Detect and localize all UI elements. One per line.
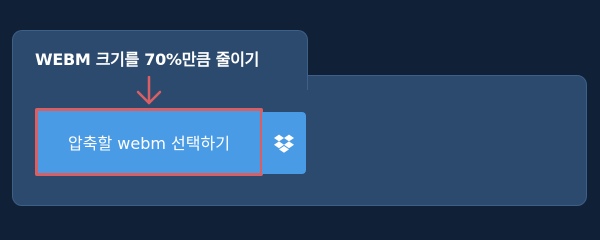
panel-title: WEBM 크기를 70%만큼 줄이기 bbox=[35, 50, 260, 69]
arrow-down-icon bbox=[136, 76, 162, 105]
select-webm-label: 압축할 webm 선택하기 bbox=[68, 134, 230, 153]
dropbox-icon bbox=[274, 134, 294, 153]
dropbox-button[interactable] bbox=[262, 112, 306, 174]
select-webm-button[interactable]: 압축할 webm 선택하기 bbox=[35, 108, 263, 176]
